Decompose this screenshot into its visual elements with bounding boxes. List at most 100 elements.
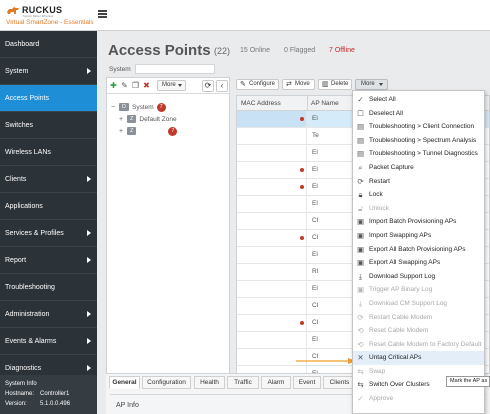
menu-item-label: Unlock: [369, 204, 389, 212]
menu-item-download-support-log[interactable]: ⤓ Download Support Log: [353, 270, 484, 284]
system-info-panel: System Info Hostname: Controller1 Version…: [0, 375, 97, 414]
sidebar-item-label: Administration: [5, 310, 50, 318]
mac-cell: [237, 111, 307, 127]
refresh-icon[interactable]: ⟳: [202, 80, 214, 92]
configure-button[interactable]: ✎ Configure: [236, 79, 279, 90]
menu-item-select-all[interactable]: ✓ Select All: [353, 93, 484, 107]
sidebar-item-troubleshooting[interactable]: Troubleshooting: [0, 274, 97, 301]
tab-event[interactable]: Event: [293, 376, 321, 389]
sidebar-item-wireless-lans[interactable]: Wireless LANs: [0, 139, 97, 166]
sidebar-item-clients[interactable]: Clients: [0, 166, 97, 193]
sidebar-item-label: Wireless LANs: [5, 148, 51, 156]
menu-item-approve: ✓ Approve: [353, 392, 484, 406]
collapse-panel-icon[interactable]: ‹: [216, 80, 228, 92]
expand-icon[interactable]: +: [119, 116, 127, 123]
tree-more-label: More: [162, 82, 176, 88]
chevron-right-icon: [87, 365, 91, 371]
tab-traffic[interactable]: Traffic: [227, 376, 259, 389]
menu-item-troubleshooting-client-connection[interactable]: ▤ Troubleshooting > Client Connection: [353, 120, 484, 134]
delete-label: Delete: [331, 81, 349, 87]
system-path-field[interactable]: [135, 64, 215, 74]
approve-icon: ✓: [357, 394, 364, 404]
menu-item-troubleshooting-spectrum-analysis[interactable]: ▤ Troubleshooting > Spectrum Analysis: [353, 134, 484, 148]
sidebar-item-administration[interactable]: Administration: [0, 301, 97, 328]
sidebar-item-events-alarms[interactable]: Events & Alarms: [0, 328, 97, 355]
menu-item-label: Reset Cable Modem: [369, 327, 429, 335]
mac-cell: [237, 298, 307, 314]
version-value: 5.1.0.0.496: [40, 401, 71, 407]
online-count[interactable]: 15 Online: [240, 47, 270, 54]
swap-icon: ⇆: [357, 366, 364, 376]
tree-more-button[interactable]: More: [157, 80, 186, 91]
reset-icon: ⟲: [357, 339, 364, 349]
clone-icon[interactable]: ❐: [131, 81, 140, 90]
expand-icon[interactable]: +: [119, 128, 127, 135]
menu-item-label: Troubleshooting > Spectrum Analysis: [369, 136, 477, 144]
more-label: More: [361, 81, 375, 87]
chevron-right-icon: [87, 68, 91, 74]
menu-item-deselect-all[interactable]: ☐ Deselect All: [353, 107, 484, 121]
tab-configuration[interactable]: Configuration: [142, 376, 191, 389]
menu-item-troubleshooting-tunnel-diagnostics[interactable]: ▤ Troubleshooting > Tunnel Diagnostics: [353, 147, 484, 161]
sidebar-item-label: Clients: [5, 175, 27, 183]
menu-item-import-batch-provisioning-aps[interactable]: ▣ Import Batch Provisioning APs: [353, 215, 484, 229]
menu-item-restart[interactable]: ⟳ Restart: [353, 175, 484, 189]
import-icon: ▣: [356, 217, 365, 227]
mac-cell: [237, 128, 307, 144]
ruckus-logo[interactable]: RUCKUS Simply Better Wireless Virtual Sm…: [6, 4, 94, 30]
switch-icon: ⇆: [357, 380, 364, 390]
import-icon: ▣: [356, 230, 365, 240]
tree-node[interactable]: + Z 7: [119, 126, 178, 136]
menu-item-export-all-batch-provisioning-aps[interactable]: ▣ Export All Batch Provisioning APs: [353, 243, 484, 257]
sidebar-item-dashboard[interactable]: Dashboard: [0, 31, 97, 58]
offline-count[interactable]: 7 Offline: [329, 47, 355, 54]
caret-down-icon: [178, 84, 182, 87]
delete-button[interactable]: ▥ Delete: [318, 79, 352, 90]
menu-item-export-all-swapping-aps[interactable]: ▣ Export All Swapping APs: [353, 256, 484, 270]
sidebar-item-services-profiles[interactable]: Services & Profiles: [0, 220, 97, 247]
tree-node[interactable]: − D System 7: [111, 102, 166, 112]
column-header-ap-name[interactable]: AP Name: [311, 100, 339, 107]
add-icon[interactable]: ✚: [109, 81, 118, 90]
tab-health[interactable]: Health: [194, 376, 225, 389]
sidebar-item-switches[interactable]: Switches: [0, 112, 97, 139]
node-type-badge: Z: [127, 115, 137, 123]
tab-general[interactable]: General: [109, 376, 140, 389]
sidebar-item-label: Dashboard: [5, 40, 40, 48]
sidebar-item-applications[interactable]: Applications: [0, 193, 97, 220]
mac-cell: [237, 281, 307, 297]
tree-node[interactable]: + Z Default Zone: [119, 114, 177, 124]
sidebar-item-report[interactable]: Report: [0, 247, 97, 274]
configure-label: Configure: [249, 81, 276, 87]
untag-icon: ✕: [357, 353, 364, 363]
sidebar-item-system[interactable]: System: [0, 58, 97, 85]
mac-cell: [237, 315, 307, 331]
sidebar-item-label: Troubleshooting: [5, 283, 55, 291]
edit-icon[interactable]: ✎: [120, 81, 129, 90]
menu-item-label: Import Batch Provisioning APs: [369, 218, 457, 226]
column-header-mac[interactable]: MAC Address: [241, 100, 281, 107]
menu-item-trigger-ap-binary-log: ▣ Trigger AP Binary Log: [353, 283, 484, 297]
export-icon: ▣: [356, 258, 365, 268]
tab-alarm[interactable]: Alarm: [261, 376, 291, 389]
menu-item-untag-critical-aps[interactable]: ✕ Untag Critical APs: [353, 351, 484, 365]
delete-icon[interactable]: ✖: [142, 81, 151, 90]
menu-item-import-swapping-aps[interactable]: ▣ Import Swapping APs: [353, 229, 484, 243]
collapse-icon[interactable]: −: [111, 104, 119, 111]
product-name: Virtual SmartZone - Essentials: [6, 19, 94, 26]
menu-item-reset-cable-modem-to-factory-default: ⟲ Reset Cable Modem to Factory Default: [353, 338, 484, 352]
move-button[interactable]: ⇄ Move: [282, 79, 315, 90]
more-button[interactable]: More: [355, 79, 388, 90]
menu-item-label: Export All Batch Provisioning APs: [369, 245, 466, 253]
menu-item-label: Packet Capture: [369, 163, 414, 171]
ap-name-cell: Cl: [312, 302, 319, 309]
menu-item-packet-capture[interactable]: ⌕ Packet Capture: [353, 161, 484, 175]
menu-item-lock[interactable]: 🔒︎ Lock: [353, 188, 484, 202]
sidebar-item-label: Switches: [5, 121, 34, 129]
sidebar-item-access-points[interactable]: Access Points: [0, 85, 97, 112]
hamburger-menu-icon[interactable]: [98, 10, 107, 18]
mac-cell: [237, 179, 307, 195]
flagged-count[interactable]: 0 Flagged: [284, 47, 315, 54]
ap-info-heading: AP Info: [116, 402, 139, 409]
mac-cell: [237, 196, 307, 212]
